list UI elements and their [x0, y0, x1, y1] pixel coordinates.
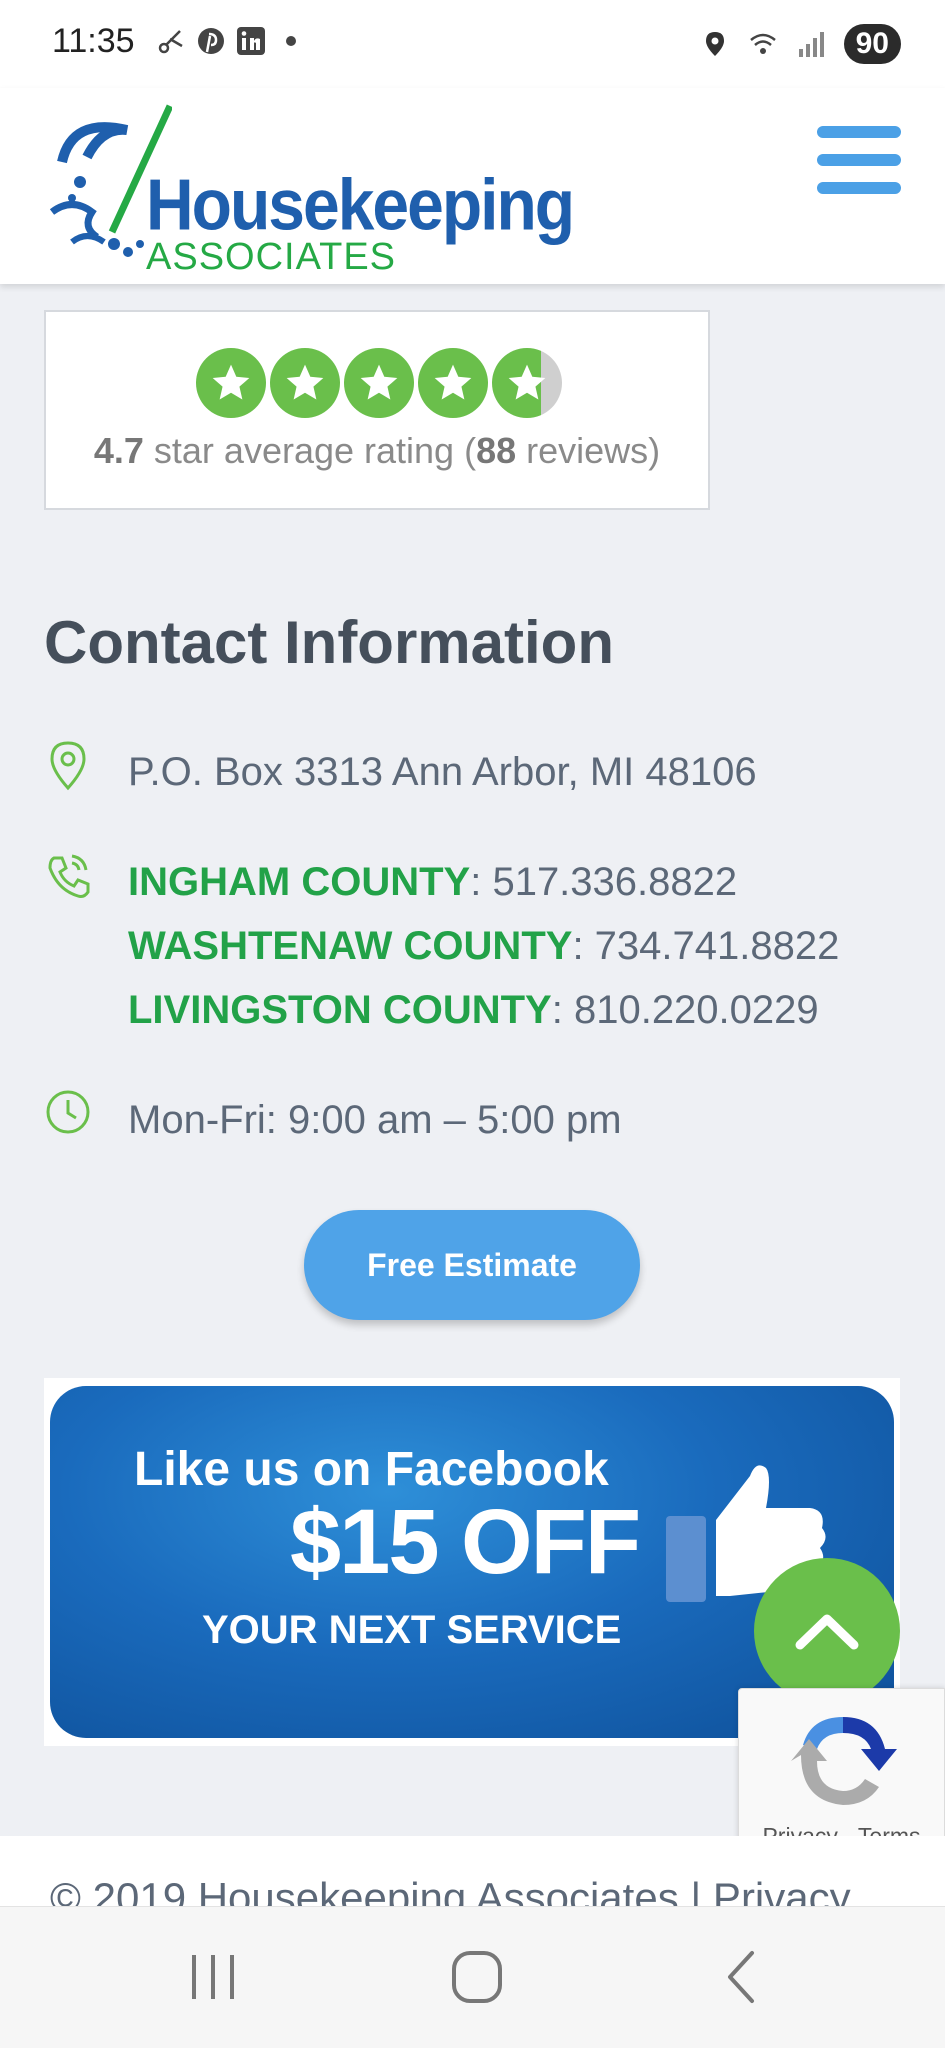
pinterest-icon	[198, 28, 224, 54]
location-icon	[705, 32, 724, 56]
site-header: Housekeeping ASSOCIATES	[0, 88, 945, 284]
dot-icon	[286, 36, 296, 46]
wifi-icon	[749, 33, 776, 54]
back-icon[interactable]	[706, 1947, 776, 2007]
facebook-discount: $15 OFF	[290, 1491, 641, 1593]
logo-subtitle: ASSOCIATES	[146, 236, 397, 278]
map-pin-icon	[50, 741, 86, 791]
site-footer: © 2019 Housekeeping Associates | Privacy	[0, 1836, 945, 1906]
star-icon	[344, 348, 414, 418]
home-icon[interactable]	[442, 1947, 512, 2007]
address-text: P.O. Box 3313 Ann Arbor, MI 48106	[128, 750, 757, 794]
star-icon	[270, 348, 340, 418]
notification-icons	[156, 26, 306, 56]
facebook-line1: Like us on Facebook	[134, 1443, 609, 1496]
contact-title: Contact Information	[44, 609, 614, 676]
recaptcha-icon	[791, 1717, 897, 1805]
star-partial-icon	[492, 348, 562, 418]
signal-icon	[798, 32, 824, 57]
hamburger-icon[interactable]	[817, 126, 901, 206]
phone-livingston[interactable]: LIVINGSTON COUNTY: 810.220.0229	[128, 978, 839, 1042]
status-time: 11:35	[52, 22, 135, 60]
phone-icon	[48, 854, 90, 898]
rating-widget[interactable]: 4.7 star average rating (88 reviews)	[44, 310, 710, 510]
phone-number: : 810.220.0229	[551, 988, 819, 1032]
hours-row: Mon-Fri: 9:00 am – 5:00 pm	[44, 1088, 622, 1152]
free-estimate-button[interactable]: Free Estimate	[304, 1210, 640, 1320]
county-label: INGHAM COUNTY	[128, 860, 471, 904]
rating-summary: 4.7 star average rating (88 reviews)	[46, 430, 708, 472]
address-row: P.O. Box 3313 Ann Arbor, MI 48106	[44, 740, 757, 804]
phone-number: : 734.741.8822	[572, 924, 840, 968]
clock-icon	[46, 1090, 90, 1134]
system-nav-bar	[0, 1906, 945, 2048]
scissors-icon	[158, 30, 183, 54]
phone-washtenaw[interactable]: WASHTENAW COUNTY: 734.741.8822	[128, 914, 839, 978]
county-label: LIVINGSTON COUNTY	[128, 988, 552, 1032]
star-icon	[196, 348, 266, 418]
rating-score: 4.7	[93, 430, 144, 471]
rating-label-end: reviews)	[516, 430, 661, 471]
review-count: 88	[476, 430, 517, 471]
phone-ingham[interactable]: INGHAM COUNTY: 517.336.8822	[128, 850, 839, 914]
county-label: WASHTENAW COUNTY	[128, 924, 573, 968]
logo[interactable]: Housekeeping ASSOCIATES	[42, 102, 575, 278]
logo-title: Housekeeping	[146, 163, 575, 245]
chevron-up-icon	[795, 1614, 859, 1650]
phone-number: : 517.336.8822	[470, 860, 738, 904]
facebook-line3: YOUR NEXT SERVICE	[202, 1608, 622, 1652]
phones-row: INGHAM COUNTY: 517.336.8822 WASHTENAW CO…	[44, 850, 839, 1042]
status-bar: 11:35 90	[0, 0, 945, 88]
linkedin-icon	[237, 27, 265, 55]
scroll-to-top-button[interactable]	[754, 1558, 900, 1704]
copyright-text: © 2019 Housekeeping Associates | Privacy	[50, 1874, 851, 1906]
star-icon	[418, 348, 488, 418]
battery-indicator: 90	[843, 24, 901, 64]
rating-label: star average rating (	[143, 430, 477, 471]
star-rating	[196, 348, 562, 418]
recent-apps-icon[interactable]	[178, 1947, 248, 2007]
hours-text: Mon-Fri: 9:00 am – 5:00 pm	[128, 1098, 622, 1142]
